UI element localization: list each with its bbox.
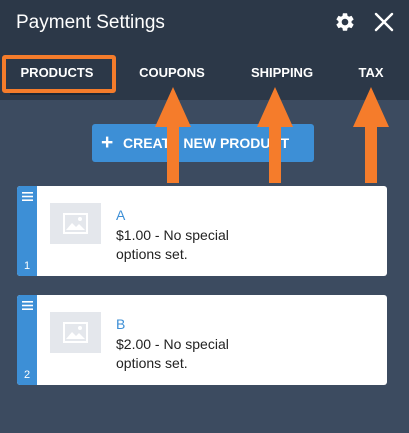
product-thumbnail xyxy=(50,312,101,353)
close-icon[interactable] xyxy=(373,11,395,33)
product-description: $2.00 - No special options set. xyxy=(116,336,229,371)
product-index: 1 xyxy=(23,260,31,272)
gear-icon[interactable] xyxy=(334,11,356,33)
image-placeholder-icon xyxy=(63,213,88,234)
drag-handle[interactable]: 2 xyxy=(17,295,37,385)
drag-handle[interactable]: 1 xyxy=(17,186,37,276)
tab-coupons[interactable]: COUPONS xyxy=(126,64,218,82)
tab-shipping[interactable]: SHIPPING xyxy=(240,64,324,82)
annotation-arrow-tax xyxy=(353,87,389,183)
annotation-arrow-coupons xyxy=(155,87,191,183)
page-title: Payment Settings xyxy=(16,12,165,33)
drag-lines-icon xyxy=(22,301,33,310)
product-card[interactable]: 1 A $1.00 - No special options set. xyxy=(17,186,387,276)
annotation-highlight-box xyxy=(2,55,116,93)
product-thumbnail xyxy=(50,203,101,244)
product-index: 2 xyxy=(23,369,31,381)
product-name[interactable]: B xyxy=(116,316,125,332)
image-placeholder-icon xyxy=(63,322,88,343)
tab-tax[interactable]: TAX xyxy=(348,64,394,82)
plus-icon: + xyxy=(101,131,114,154)
drag-lines-icon xyxy=(22,192,33,201)
product-name[interactable]: A xyxy=(116,207,125,223)
product-description: $1.00 - No special options set. xyxy=(116,227,229,262)
product-card[interactable]: 2 B $2.00 - No special options set. xyxy=(17,295,387,385)
annotation-arrow-shipping xyxy=(257,87,293,183)
